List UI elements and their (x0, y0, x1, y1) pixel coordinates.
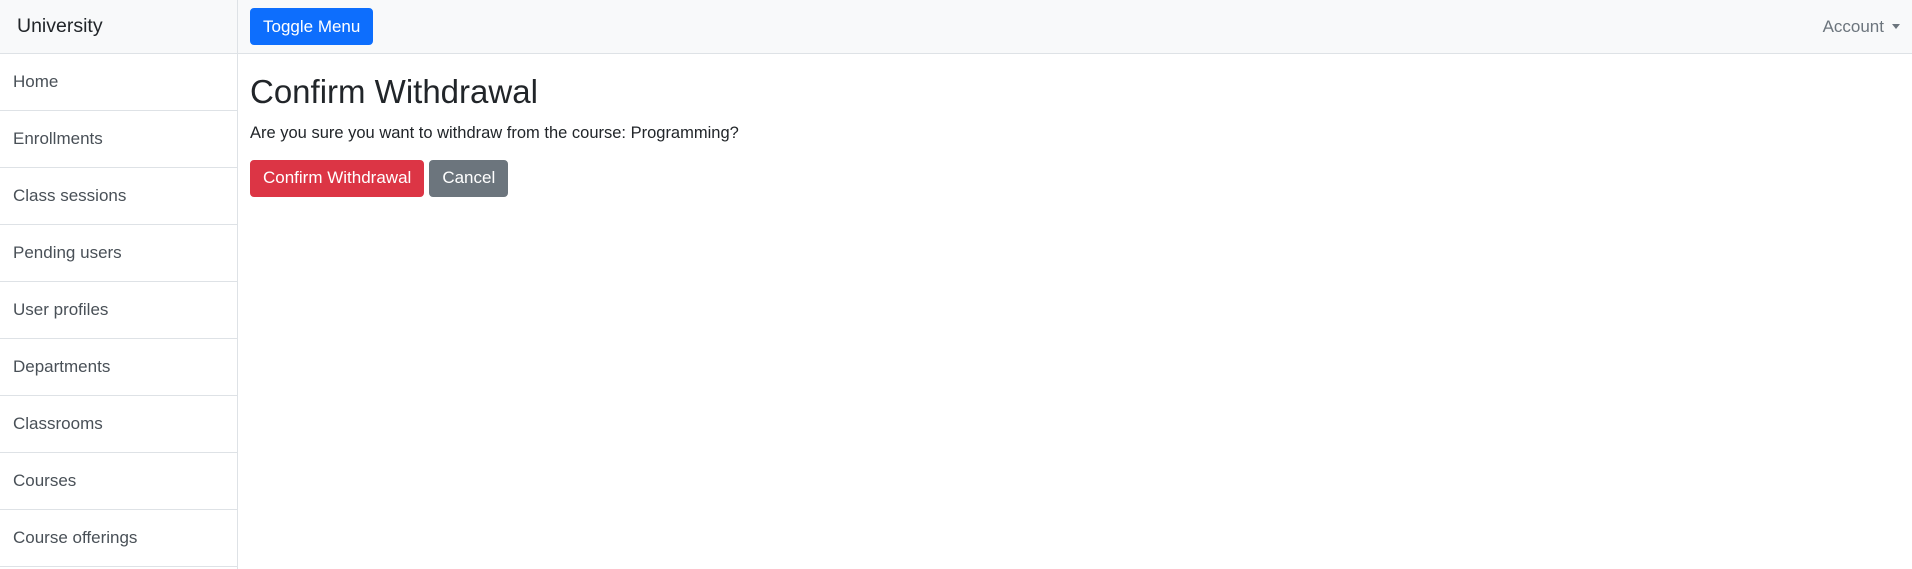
toggle-menu-button[interactable]: Toggle Menu (250, 8, 374, 45)
page-title: Confirm Withdrawal (250, 73, 538, 110)
sidebar-item-pending-users[interactable]: Pending users (0, 225, 237, 282)
action-buttons: Confirm Withdrawal Cancel (250, 159, 1900, 197)
sidebar-item-class-sessions[interactable]: Class sessions (0, 168, 237, 225)
sidebar-item-course-offerings[interactable]: Course offerings (0, 510, 237, 567)
account-label: Account (1822, 16, 1884, 36)
sidebar-item-enrollments[interactable]: Enrollments (0, 111, 237, 168)
caret-down-icon (1892, 24, 1900, 29)
sidebar-item-classrooms[interactable]: Classrooms (0, 396, 237, 453)
sidebar: University Home Enrollments Class sessio… (0, 0, 238, 569)
app-layout: University Home Enrollments Class sessio… (0, 0, 1912, 569)
sidebar-item-departments[interactable]: Departments (0, 339, 237, 396)
cancel-button[interactable]: Cancel (429, 159, 509, 197)
sidebar-item-user-profiles[interactable]: User profiles (0, 282, 237, 339)
confirmation-message: Are you sure you want to withdraw from t… (250, 123, 739, 142)
confirm-withdrawal-button[interactable]: Confirm Withdrawal (250, 159, 425, 197)
sidebar-heading: University (0, 0, 237, 54)
sidebar-item-home[interactable]: Home (0, 54, 237, 111)
sidebar-item-courses[interactable]: Courses (0, 453, 237, 510)
content: Confirm Withdrawal Are you sure you want… (238, 54, 1912, 215)
account-dropdown[interactable]: Account (1823, 17, 1900, 37)
main-area: Toggle Menu Account Confirm Withdrawal A… (238, 0, 1912, 569)
top-navbar: Toggle Menu Account (238, 0, 1912, 54)
